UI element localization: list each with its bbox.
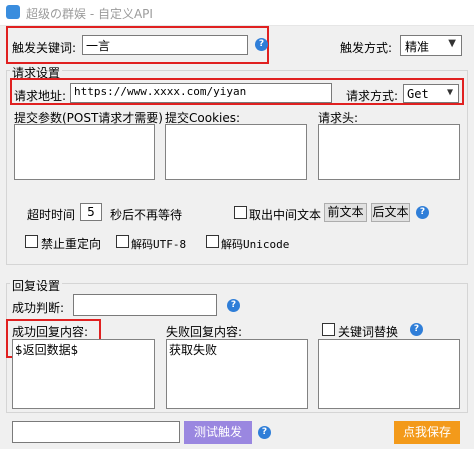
keyword-label: 触发关键词:	[12, 41, 77, 55]
reply-settings-title: 回复设置	[10, 277, 63, 294]
success-judge-help-icon[interactable]: ?	[227, 299, 240, 312]
timeout-label: 超时时间	[27, 208, 76, 222]
method-select[interactable]: Get ▼	[403, 84, 459, 103]
middle-text-help-icon[interactable]: ?	[416, 206, 429, 219]
no-redirect-checkbox[interactable]	[25, 235, 38, 248]
keyword-input[interactable]: 一言	[82, 35, 248, 55]
after-text-button[interactable]: 后文本	[371, 203, 410, 222]
window-title: 超级の群娱 - 自定义API	[26, 7, 153, 21]
test-trigger-button[interactable]: 测试触发	[184, 421, 252, 444]
method-label: 请求方式:	[346, 89, 399, 103]
save-button[interactable]: 点我保存	[394, 421, 460, 444]
url-input[interactable]: https://www.xxxx.com/yiyan	[70, 83, 332, 103]
keyword-replace-textarea[interactable]	[318, 339, 460, 409]
chevron-down-icon: ▼	[446, 87, 453, 98]
test-help-icon[interactable]: ?	[258, 426, 271, 439]
decode-unicode-checkbox[interactable]	[206, 235, 219, 248]
success-content-text: $返回数据$	[15, 343, 79, 357]
decode-unicode-label: 解码Unicode	[221, 238, 290, 251]
title-bar[interactable]: 超级の群娱 - 自定义API	[0, 0, 474, 26]
headers-textarea[interactable]	[318, 124, 460, 180]
fail-content-label: 失败回复内容:	[166, 325, 243, 339]
app-logo-icon	[6, 5, 20, 19]
cookies-textarea[interactable]	[165, 124, 307, 180]
fail-content-text: 获取失败	[169, 343, 218, 357]
timeout-input[interactable]: 5	[80, 203, 102, 221]
url-label: 请求地址:	[14, 89, 67, 103]
success-judge-label: 成功判断:	[12, 301, 65, 315]
decode-utf8-checkbox[interactable]	[116, 235, 129, 248]
success-content-textarea[interactable]: $返回数据$	[12, 339, 155, 409]
test-message-input[interactable]	[12, 421, 180, 443]
keyword-replace-help-icon[interactable]: ?	[410, 323, 423, 336]
take-middle-checkbox[interactable]	[234, 206, 247, 219]
no-redirect-label: 禁止重定向	[41, 237, 102, 251]
decode-utf8-label: 解码UTF-8	[131, 238, 187, 251]
trigger-mode-value: 精准	[405, 40, 430, 54]
method-value: Get	[407, 87, 429, 101]
success-content-label: 成功回复内容:	[12, 325, 89, 339]
before-text-button[interactable]: 前文本	[324, 203, 367, 222]
trigger-mode-label: 触发方式:	[340, 41, 393, 55]
chevron-down-icon: ▼	[448, 38, 456, 49]
success-judge-input[interactable]	[73, 294, 217, 316]
keyword-help-icon[interactable]: ?	[255, 38, 268, 51]
trigger-mode-select[interactable]: 精准 ▼	[400, 35, 462, 56]
take-middle-label: 取出中间文本	[249, 208, 322, 222]
timeout-suffix: 秒后不再等待	[110, 208, 183, 222]
keyword-replace-checkbox[interactable]	[322, 323, 335, 336]
fail-content-textarea[interactable]: 获取失败	[166, 339, 308, 409]
params-textarea[interactable]	[14, 124, 155, 180]
keyword-replace-label: 关键词替换	[338, 325, 399, 339]
